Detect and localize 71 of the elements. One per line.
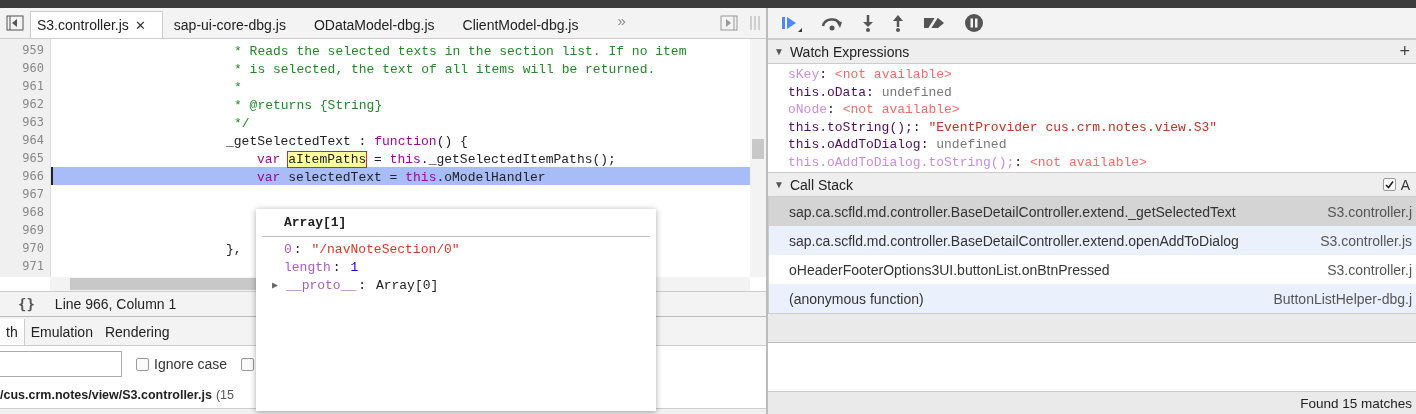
line-number: 961: [21, 78, 45, 95]
result-file-path[interactable]: /cus.crm.notes/view/S3.controller.js: [0, 388, 212, 402]
call-frame[interactable]: (anonymous function) ButtonListHelper-dbg.j: [768, 284, 1416, 313]
property-row[interactable]: ▶ __proto__: Array[0]: [262, 277, 650, 295]
match-count: (15: [215, 388, 234, 402]
expand-icon[interactable]: ▼: [774, 46, 784, 57]
drawer-tab[interactable]: th: [0, 319, 25, 345]
code-line: * is selected, the text of all items will be returned.: [234, 61, 656, 79]
code-line: * Reads the selected texts in the section list. If no item: [234, 43, 687, 61]
option-label: Ignore case: [154, 356, 228, 372]
panel-toggle-icon[interactable]: [720, 15, 738, 31]
call-frame[interactable]: sap.ca.scfld.md.controller.BaseDetailController.extend.openAddToDialog S3.controller.js: [768, 226, 1416, 255]
close-icon[interactable]: ✕: [134, 17, 146, 33]
line-number: 963: [21, 114, 45, 131]
drawer-tab[interactable]: Rendering: [98, 319, 176, 345]
section-header[interactable]: ▼ Watch Expressions +: [768, 39, 1416, 64]
line-number: 965: [21, 150, 45, 167]
section-title: Call Stack: [789, 176, 854, 193]
drawer-tab[interactable]: Emulation: [24, 319, 99, 345]
expand-icon[interactable]: ▼: [774, 179, 784, 190]
file-tab[interactable]: S3.controller.js ✕: [30, 11, 163, 38]
checkbox[interactable]: [136, 357, 149, 371]
code-line: *: [234, 79, 242, 97]
line-number: 967: [21, 186, 45, 203]
pause-icon[interactable]: [964, 13, 984, 33]
section-title: Watch Expressions: [789, 43, 911, 60]
add-icon[interactable]: +: [1399, 41, 1410, 62]
watch-expression: this.oAddToDialog: undefined: [788, 136, 1008, 154]
deactivate-breakpoints-icon[interactable]: [922, 15, 946, 31]
property-row-text: length: 1: [283, 259, 360, 277]
watch-expression: this.oAddToDialog.toString();: <not available>: [788, 153, 1148, 171]
code-line: * @returns {String}: [234, 97, 383, 115]
line-number: 971: [21, 258, 45, 275]
checkbox[interactable]: [241, 357, 255, 371]
code-line: var selectedText = this.oModelHandler: [257, 169, 546, 187]
step-over-icon[interactable]: [820, 15, 844, 31]
property-row-text: 0: "/navNoteSection/0": [283, 241, 461, 259]
code-line: _getSelectedText : function() {: [226, 133, 468, 151]
code-line: var aItemPaths = this._getSelectedItemPaths();: [257, 151, 616, 169]
watch-expression: this.oData: undefined: [788, 83, 953, 101]
code-line: },: [226, 241, 242, 259]
grip-icon[interactable]: [750, 16, 760, 30]
file-tab[interactable]: ClientModel-dbg.js: [455, 11, 596, 38]
popover-title: Array[1]: [262, 209, 650, 237]
search-status: Found 15 matches: [1300, 395, 1412, 411]
line-number: 964: [21, 132, 45, 149]
watch-expression: oNode: <not available>: [788, 101, 961, 119]
section-header[interactable]: ▼ Call Stack A: [768, 172, 1416, 197]
step-into-icon[interactable]: [862, 14, 874, 32]
line-number: 959: [21, 42, 45, 59]
line-number: 970: [21, 240, 45, 257]
pretty-print-button[interactable]: {}: [18, 296, 35, 312]
file-tab[interactable]: sap-ui-core-dbg.js: [166, 11, 303, 38]
option-label: A: [1400, 176, 1410, 193]
call-frame[interactable]: sap.ca.scfld.md.controller.BaseDetailController.extend._getSelectedText S3.controller.j: [768, 197, 1416, 226]
line-number: 969: [21, 222, 45, 239]
line-number: 962: [21, 96, 45, 113]
watch-expression: this.toString();: "EventProvider cus.crm.notes.view.S3": [788, 118, 1219, 136]
watch-expression: sKey: <not available>: [788, 66, 953, 84]
line-number: 968: [21, 204, 45, 221]
line-number: 966: [21, 168, 45, 185]
sidebar-toggle-icon[interactable]: [6, 15, 24, 31]
code-line: */: [234, 115, 250, 133]
file-tab[interactable]: ODataModel-dbg.js: [306, 11, 452, 38]
search-field[interactable]: [0, 351, 122, 377]
cursor-position: Line 966, Column 1: [54, 296, 177, 312]
line-number: 960: [21, 60, 45, 77]
checkbox[interactable]: [1382, 178, 1396, 191]
resume-icon[interactable]: [780, 14, 802, 32]
step-out-icon[interactable]: [892, 14, 904, 32]
scrollbar[interactable]: [750, 39, 766, 277]
